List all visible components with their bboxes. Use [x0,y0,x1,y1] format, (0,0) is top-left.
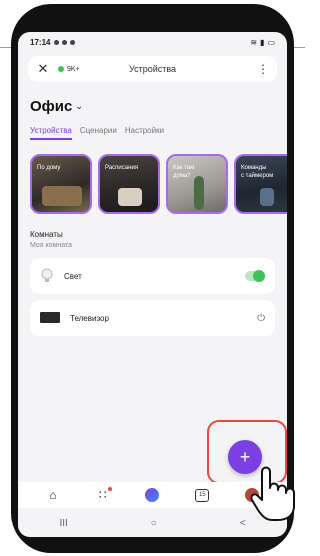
status-notification-icons [54,39,76,45]
scenario-card-label: Команды с таймером [241,165,274,179]
scenario-card-label: По дому [37,165,61,171]
device-name: Свет [64,271,82,281]
scenario-card-label: Расписания [105,165,138,171]
badge-count: 9K+ [67,65,80,73]
phone-notch [92,4,222,28]
alice-icon[interactable] [141,485,163,505]
more-menu-icon[interactable]: ⋮ [257,63,269,75]
app-bar: ✕ 9K+ Устройства ⋮ [28,56,277,82]
scenario-cards: По дому Расписания Как там дома? Команды… [30,154,287,214]
status-bar: 17:14 ≋ ▮ ▭ [18,32,287,52]
wifi-icon: ≋ [250,37,258,47]
system-nav: III ○ < [18,510,287,536]
rooms-title: Комнаты [30,230,63,239]
status-time: 17:14 [30,37,51,47]
notification-dot-icon [107,487,112,491]
scenario-card[interactable]: По дому [30,154,92,214]
status-system-icons: ≋ ▮ ▭ [250,38,275,47]
scenario-card[interactable]: Как там дома? [166,154,228,214]
notification-icon [70,39,76,45]
light-toggle[interactable] [245,270,265,282]
alice-logo [145,488,160,502]
scenario-card[interactable]: Расписания [98,154,160,214]
scenario-card[interactable]: Команды с таймером [234,154,287,214]
calendar-icon[interactable]: 15 [191,485,213,505]
device-row-light[interactable]: Свет [30,258,275,294]
signal-icon: ▮ [260,37,265,47]
home-icon[interactable]: ⌂ [42,485,64,505]
card-image [260,188,274,206]
chat-icon [54,39,60,45]
mail-icon [62,39,68,45]
card-image [118,188,142,206]
toggle-knob [253,270,265,282]
home-selector[interactable]: Офис ⌄ [30,98,83,115]
card-image [194,176,204,210]
chevron-down-icon: ⌄ [75,101,83,111]
close-icon[interactable]: ✕ [36,61,50,77]
home-title: Офис [30,98,73,115]
tab-devices[interactable]: Устройства [30,126,72,140]
tv-icon [40,312,60,323]
lightbulb-icon [41,268,53,282]
scenario-card-label: Как там дома? [173,165,195,179]
pointing-hand-icon [250,466,295,521]
battery-icon: ▭ [267,37,275,47]
back-icon[interactable]: < [240,518,246,529]
calendar-day: 15 [195,488,210,502]
phone-screen: 17:14 ≋ ▮ ▭ ✕ 9K+ Устройства ⋮ Офис ⌄ Ус… [18,32,287,537]
tab-scenarios[interactable]: Сценарии [80,126,117,140]
notifications-badge[interactable]: 9K+ [58,66,80,73]
device-row-tv[interactable]: Телевизор ⏻ [30,300,275,336]
recents-icon[interactable]: III [59,518,67,529]
bottom-nav: ⌂ ∷ 15 [18,482,287,508]
home-button-icon[interactable]: ○ [151,518,157,529]
card-image [42,186,82,206]
tab-bar: Устройства Сценарии Настройки [30,126,164,140]
tutorial-frame: 17:14 ≋ ▮ ▭ ✕ 9K+ Устройства ⋮ Офис ⌄ Ус… [0,0,305,556]
rooms-subtitle: Моя комната [30,242,73,249]
services-icon[interactable]: ∷ [92,485,114,505]
online-dot-icon [58,66,64,72]
device-name: Телевизор [70,313,109,323]
power-icon[interactable]: ⏻ [257,313,265,324]
tab-settings[interactable]: Настройки [125,126,164,140]
